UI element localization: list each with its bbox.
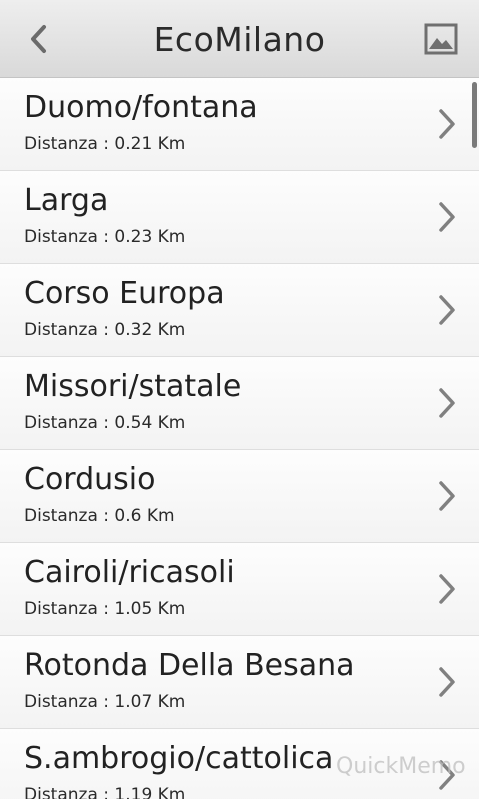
station-distance: Distanza : 0.21 Km [24,134,186,154]
header-bar: EcoMilano [0,0,479,78]
chevron-left-icon [31,25,46,53]
list-item[interactable]: Cairoli/ricasoli Distanza : 1.05 Km [0,543,479,636]
station-name: Cordusio [24,462,156,497]
chevron-right-icon [439,109,455,139]
station-name: Larga [24,183,109,218]
chevron-right-icon [439,481,455,511]
chevron-right-icon [439,574,455,604]
chevron-right-icon [439,202,455,232]
page-title: EcoMilano [153,20,326,59]
back-button[interactable] [18,18,60,60]
list-item[interactable]: Larga Distanza : 0.23 Km [0,171,479,264]
station-name: Duomo/fontana [24,90,258,125]
station-distance: Distanza : 1.07 Km [24,692,186,712]
chevron-right-icon [439,295,455,325]
gallery-button[interactable] [421,20,461,58]
app-screen: EcoMilano Duomo/fontana Distanza : 0.21 K… [0,0,479,799]
station-name: S.ambrogio/cattolica [24,741,334,776]
station-name: Rotonda Della Besana [24,648,355,683]
image-icon [424,23,458,55]
list-item[interactable]: Cordusio Distanza : 0.6 Km [0,450,479,543]
scrollbar[interactable] [472,82,477,148]
chevron-right-icon [439,667,455,697]
station-distance: Distanza : 0.54 Km [24,413,186,433]
station-name: Corso Europa [24,276,225,311]
station-distance: Distanza : 0.32 Km [24,320,186,340]
list-item[interactable]: Duomo/fontana Distanza : 0.21 Km [0,78,479,171]
station-distance: Distanza : 1.19 Km [24,785,186,799]
station-distance: Distanza : 0.6 Km [24,506,175,526]
station-distance: Distanza : 0.23 Km [24,227,186,247]
list-item[interactable]: Missori/statale Distanza : 0.54 Km [0,357,479,450]
station-name: Missori/statale [24,369,242,404]
station-list[interactable]: Duomo/fontana Distanza : 0.21 Km Larga Dist… [0,78,479,799]
station-name: Cairoli/ricasoli [24,555,235,590]
quickmemo-watermark: QuickMemo [336,754,466,779]
chevron-right-icon [439,388,455,418]
station-distance: Distanza : 1.05 Km [24,599,186,619]
list-item[interactable]: Rotonda Della Besana Distanza : 1.07 Km [0,636,479,729]
list-item[interactable]: Corso Europa Distanza : 0.32 Km [0,264,479,357]
